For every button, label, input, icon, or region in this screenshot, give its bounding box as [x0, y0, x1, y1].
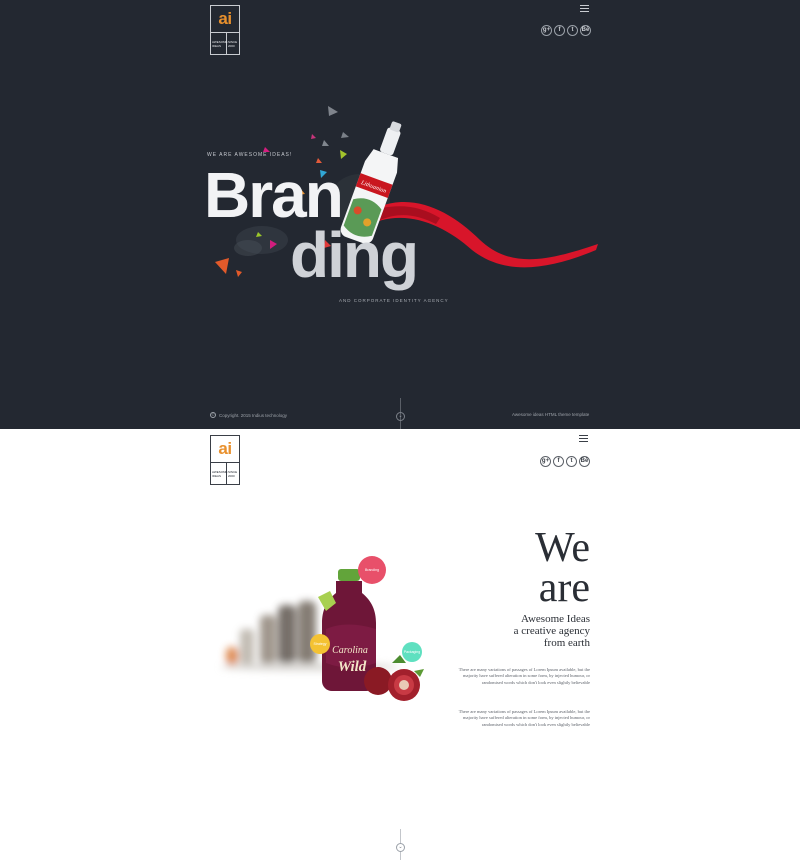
packaging-badge[interactable]: Packaging [402, 642, 422, 662]
bottle-label-2: Wild [338, 659, 367, 675]
hero-subline: AND CORPORATE IDENTITY AGENCY [339, 298, 449, 303]
hero-artwork: Lithuanian [215, 106, 598, 277]
headline-line-1: Awesome Ideas [521, 613, 590, 625]
copyright: © Copyright. 2015 Indius technology [210, 412, 287, 418]
scroll-down-icon[interactable]: ⌄ [396, 843, 405, 852]
about-paragraph-2: There are many variations of passages of… [458, 709, 590, 727]
about-section: ai AWESOME IDEAS SINCE 2000 g+ f t Bē Ca… [0, 429, 800, 860]
hero-section: ai AWESOME IDEAS SINCE 2000 g+ f t Bē Li… [0, 0, 800, 429]
copyright-icon: © [210, 412, 216, 418]
hero-title-part2: ding [290, 219, 419, 291]
scroll-down-icon[interactable]: ⌄ [396, 412, 405, 421]
we-word: We [535, 525, 590, 571]
theme-credit[interactable]: Awesome ideas HTML theme template [512, 412, 589, 417]
bottle-label-1: Carolina [332, 645, 368, 656]
copyright-text: Copyright. 2015 Indius technology [219, 412, 288, 418]
we-are-heading: We are [535, 525, 590, 611]
agency-headline: Awesome Ideas a creative agency from ear… [430, 613, 590, 649]
about-paragraph-1: There are many variations of passages of… [458, 667, 590, 685]
hero-tagline: WE ARE AWESOME IDEAS! [207, 152, 293, 158]
headline-line-3: from earth [543, 637, 590, 649]
branding-badge[interactable]: Branding [358, 556, 386, 584]
strategy-badge[interactable]: Strategy [310, 634, 330, 654]
headline-line-2: a creative agency [513, 625, 590, 637]
are-word: are [538, 565, 590, 611]
product-artwork: Carolina Wild [220, 569, 424, 701]
